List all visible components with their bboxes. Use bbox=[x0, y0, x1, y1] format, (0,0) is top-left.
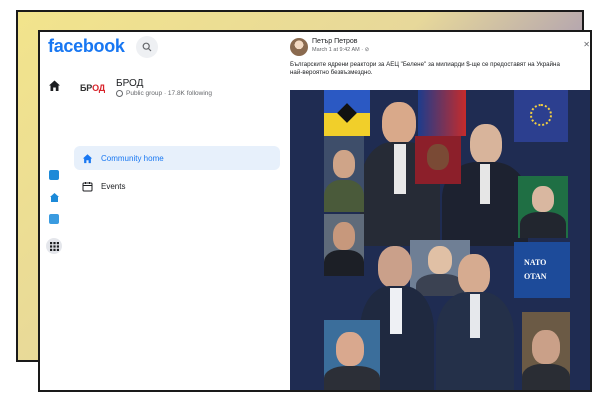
close-icon[interactable]: ✕ bbox=[583, 40, 590, 49]
group-meta-text: Public group · 17.8K following bbox=[126, 90, 212, 97]
post-author[interactable]: Петър Петров bbox=[312, 38, 358, 45]
post-text-line-1: Българските ядрени реактори за АЕЦ "Беле… bbox=[290, 61, 560, 68]
group-panel: БР ОД БРОД Public group · 17.8K following… bbox=[70, 66, 284, 390]
nato-flag-tile: NATO OTAN bbox=[514, 242, 570, 298]
portrait-tile bbox=[324, 136, 364, 212]
globe-icon bbox=[116, 90, 123, 97]
group-name[interactable]: БРОД bbox=[116, 78, 143, 89]
nav-label: Community home bbox=[101, 153, 164, 163]
home-icon bbox=[82, 153, 93, 163]
facebook-logo[interactable]: facebook bbox=[48, 36, 125, 57]
eu-stars bbox=[530, 104, 552, 126]
marketplace-icon[interactable] bbox=[47, 190, 61, 204]
portrait-tile bbox=[324, 214, 364, 276]
portrait-tile bbox=[415, 136, 461, 184]
home-icon[interactable] bbox=[47, 78, 61, 92]
author-avatar[interactable] bbox=[290, 38, 308, 56]
left-rail bbox=[40, 66, 70, 390]
portrait-tile bbox=[518, 176, 568, 238]
post: Петър Петров March 1 at 9:42 AM · ⊘ ✕ Бъ… bbox=[286, 32, 590, 390]
group-logo-text-a: БР bbox=[80, 83, 93, 93]
menu-grid-icon[interactable] bbox=[46, 238, 62, 254]
post-timestamp[interactable]: March 1 at 9:42 AM · ⊘ bbox=[312, 47, 369, 53]
person-figure bbox=[436, 248, 514, 390]
search-button[interactable] bbox=[136, 36, 158, 58]
nav-label: Events bbox=[101, 181, 126, 191]
search-icon bbox=[142, 42, 152, 52]
otan-text: OTAN bbox=[524, 272, 547, 281]
calendar-icon bbox=[82, 181, 93, 191]
portrait-tile bbox=[324, 320, 380, 390]
group-logo[interactable]: БР ОД bbox=[80, 80, 110, 96]
screenshot-frame: facebook БР ОД БРОД Public group · 17.8K… bbox=[38, 30, 592, 392]
nato-text: NATO bbox=[524, 258, 547, 267]
nav-community-home[interactable]: Community home bbox=[74, 146, 280, 170]
nav-events[interactable]: Events bbox=[74, 174, 280, 198]
post-text-line-2: най-вероятно безвъзмездно. bbox=[290, 69, 373, 76]
post-image-collage[interactable]: NATO OTAN bbox=[290, 90, 590, 390]
group-meta: Public group · 17.8K following bbox=[116, 90, 212, 97]
portrait-tile bbox=[522, 312, 570, 390]
group-logo-text-b: ОД bbox=[92, 83, 105, 93]
gaming-icon[interactable] bbox=[47, 212, 61, 226]
video-icon[interactable] bbox=[47, 168, 61, 182]
post-text: Българските ядрени реактори за АЕЦ "Беле… bbox=[290, 61, 590, 77]
